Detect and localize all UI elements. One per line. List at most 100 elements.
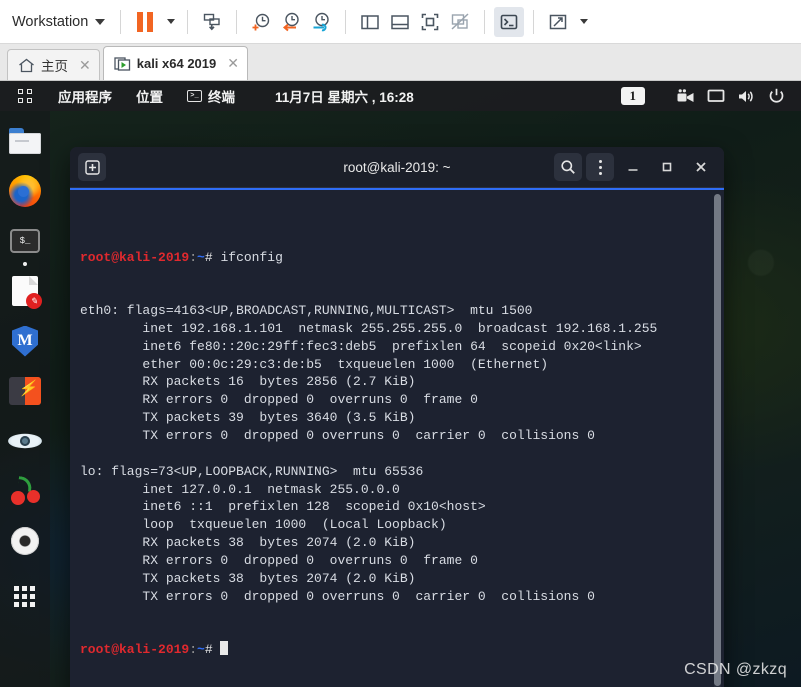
dock-item-metasploit[interactable]: M <box>7 323 43 359</box>
menu-terminal-label: 终端 <box>208 90 235 105</box>
maximize-button[interactable] <box>652 153 682 181</box>
screen: Workstation 主页 ✕ kali x64 2019 ✕ 应用程序 位置… <box>0 0 801 687</box>
panel-tray: 1 <box>620 83 801 109</box>
unity-mode-icon <box>451 12 469 30</box>
power-icon[interactable] <box>761 83 791 109</box>
beef-icon <box>10 476 40 505</box>
pause-icon <box>137 11 154 32</box>
pause-vm-button[interactable] <box>130 7 160 37</box>
snapshot-add-icon <box>252 13 270 30</box>
volume-icon[interactable] <box>731 83 761 109</box>
dock-item-firefox[interactable] <box>7 173 43 209</box>
gnome-top-panel: 应用程序 位置 >_ 终端 11月7日 星期六 , 16:28 1 <box>0 81 801 111</box>
toolbar-divider <box>345 9 347 34</box>
text-cursor <box>220 641 229 656</box>
dock-item-beef[interactable] <box>7 473 43 509</box>
minimize-button[interactable] <box>618 153 648 181</box>
snapshot-revert-icon <box>283 12 299 31</box>
menu-terminal[interactable]: >_ 终端 <box>175 86 247 106</box>
menu-button[interactable] <box>586 153 614 181</box>
ifconfig-output: eth0: flags=4163<UP,BROADCAST,RUNNING,MU… <box>80 303 658 604</box>
toolbar-divider <box>533 9 535 34</box>
screencast-glyph <box>677 89 694 102</box>
send-ctrl-alt-del-button[interactable] <box>197 7 227 37</box>
menu-applications[interactable]: 应用程序 <box>46 86 124 106</box>
show-library-button[interactable] <box>355 7 385 37</box>
text-editor-icon: ✎ <box>12 276 42 309</box>
terminal-line-command: root@kali-2019:~# ifconfig <box>80 249 712 267</box>
show-thumbnails-button[interactable] <box>385 7 415 37</box>
stretch-icon <box>550 14 567 29</box>
workstation-menu[interactable]: Workstation <box>10 11 111 33</box>
take-snapshot-button[interactable] <box>246 7 276 37</box>
toolbar-divider <box>187 9 189 34</box>
revert-snapshot-button[interactable] <box>276 7 306 37</box>
close-button[interactable] <box>686 153 716 181</box>
dock-item-terminal[interactable]: $_ <box>7 223 43 266</box>
terminal-window-controls <box>554 153 716 181</box>
burpsuite-icon: ⚡ <box>9 377 41 405</box>
menu-places[interactable]: 位置 <box>124 86 175 106</box>
stretch-dropdown-button[interactable] <box>573 7 591 37</box>
prompt-user-host: root@kali-2019 <box>80 249 190 265</box>
vmware-toolbar: Workstation <box>0 0 801 44</box>
guest-desktop: 应用程序 位置 >_ 终端 11月7日 星期六 , 16:28 1 $_ ✎ M… <box>0 81 801 687</box>
workstation-menu-label: Workstation <box>12 13 89 30</box>
search-icon <box>561 160 575 174</box>
terminal-line-prompt-current: root@kali-2019:~# <box>80 641 712 659</box>
home-icon <box>19 58 34 72</box>
prompt-sigil: # <box>204 249 213 265</box>
tab-kali-x64-2019[interactable]: kali x64 2019 ✕ <box>102 46 248 80</box>
cd-icon <box>11 527 39 555</box>
dock-item-text-editor[interactable]: ✎ <box>7 273 43 309</box>
power-glyph <box>769 88 783 103</box>
unity-mode-button[interactable] <box>445 7 475 37</box>
console-view-button[interactable] <box>494 6 525 37</box>
prompt-colon: : <box>189 249 198 265</box>
dock-item-cd[interactable] <box>7 523 43 559</box>
pause-dropdown-button[interactable] <box>160 7 178 37</box>
volume-glyph <box>739 90 753 102</box>
tab-kali-close-icon[interactable]: ✕ <box>227 55 239 72</box>
toolbar-divider <box>120 9 122 34</box>
metasploit-icon: M <box>12 325 38 357</box>
dock-item-burpsuite[interactable]: ⚡ <box>7 373 43 409</box>
terminal-scrollbar[interactable] <box>714 194 721 687</box>
search-button[interactable] <box>554 153 582 181</box>
snapshot-manager-icon <box>313 12 329 31</box>
firefox-icon <box>9 175 41 207</box>
full-screen-button[interactable] <box>415 7 445 37</box>
running-indicator-dot <box>23 262 27 266</box>
dock-item-wireshark[interactable] <box>7 423 43 459</box>
tab-home[interactable]: 主页 ✕ <box>7 49 100 80</box>
vm-tab-strip: 主页 ✕ kali x64 2019 ✕ <box>0 44 801 81</box>
maximize-icon <box>662 162 672 172</box>
stretch-guest-button[interactable] <box>543 7 573 37</box>
screencast-icon[interactable] <box>671 83 701 109</box>
terminal-output-area[interactable]: root@kali-2019:~# ifconfig eth0: flags=4… <box>70 188 724 687</box>
display-glyph <box>707 89 725 102</box>
tab-home-close-icon[interactable]: ✕ <box>79 57 91 74</box>
show-apps-icon <box>14 586 36 608</box>
thumbnail-bar-icon <box>391 14 410 29</box>
terminal-window: root@kali-2019: ~ root@kali-2019:~# ifco… <box>70 147 724 687</box>
display-icon[interactable] <box>701 83 731 109</box>
new-tab-button[interactable] <box>78 153 106 181</box>
terminal-icon: >_ <box>187 90 202 102</box>
prompt-path: ~ <box>197 249 205 265</box>
minimize-icon <box>628 169 638 171</box>
send-cad-icon <box>204 13 220 30</box>
dock-item-files[interactable] <box>7 123 43 159</box>
tab-home-label: 主页 <box>41 59 68 74</box>
kebab-menu-icon <box>598 159 602 175</box>
prompt-sigil: # <box>204 642 213 658</box>
chevron-down-icon <box>579 19 588 24</box>
terminal-focus-line <box>70 188 724 190</box>
apps-grid-icon[interactable] <box>18 89 32 103</box>
dock-item-show-apps[interactable] <box>7 579 43 615</box>
workspace-indicator[interactable]: 1 <box>620 87 645 105</box>
terminal-titlebar: root@kali-2019: ~ <box>70 147 724 188</box>
files-icon <box>9 128 41 154</box>
manage-snapshots-button[interactable] <box>306 7 336 37</box>
panel-clock[interactable]: 11月7日 星期六 , 16:28 <box>275 86 414 106</box>
